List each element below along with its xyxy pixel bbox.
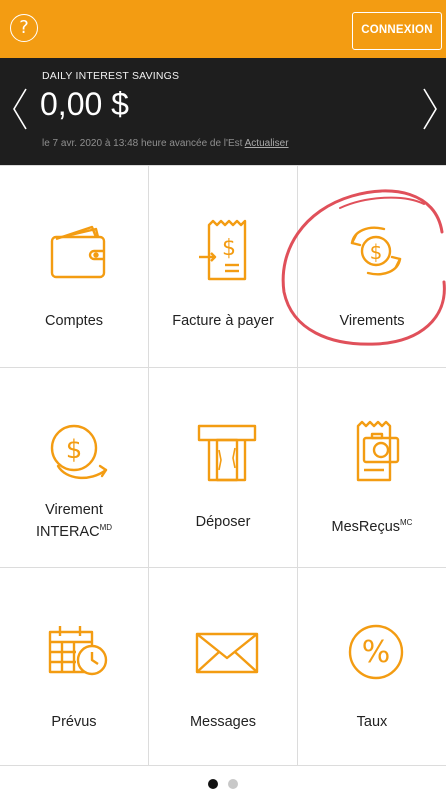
envelope-icon	[195, 632, 259, 674]
tile-virement-interac[interactable]: $ Virement INTERACMD	[0, 368, 148, 568]
page-dot[interactable]	[228, 779, 239, 789]
last-updated-timestamp: le 7 avr. 2020 à 13:48 heure avancée de …	[42, 138, 243, 149]
bill-icon: $	[199, 219, 247, 281]
svg-text:$: $	[222, 236, 236, 261]
calendar-clock-icon	[48, 626, 108, 676]
page-dot-active[interactable]	[207, 779, 218, 789]
tile-label: Messages	[189, 714, 257, 730]
tile-label: Facture à payer	[172, 313, 274, 329]
tile-label: Taux	[356, 714, 388, 730]
atm-deposit-icon	[197, 424, 257, 482]
trademark-superscript: MD	[99, 523, 113, 532]
svg-text:$: $	[370, 240, 383, 264]
tile-virements[interactable]: $ Virements	[298, 167, 446, 367]
tile-comptes[interactable]: Comptes	[0, 167, 148, 367]
svg-text:$: $	[66, 435, 83, 465]
account-balance-panel: DAILY INTEREST SAVINGS 0,00 $ le 7 avr. …	[0, 58, 446, 165]
account-name: DAILY INTEREST SAVINGS	[42, 70, 180, 82]
tile-label-text: MesReçus	[331, 518, 401, 535]
percent-icon: %	[348, 624, 404, 680]
tile-label: Virement INTERACMD	[0, 502, 148, 541]
tile-label: Prévus	[51, 714, 97, 730]
tile-messages[interactable]: Messages	[149, 568, 297, 768]
tile-label-line1: Virement	[45, 502, 103, 518]
tile-label-line2: INTERAC	[35, 523, 100, 540]
tile-label: MesReçusMC	[298, 514, 446, 536]
top-bar: ? CONNEXION	[0, 0, 446, 58]
tile-label: Virements	[339, 313, 405, 329]
help-icon[interactable]: ?	[10, 14, 38, 42]
grid-divider	[0, 165, 446, 166]
receipt-camera-icon	[356, 420, 400, 482]
svg-text:%: %	[362, 635, 391, 670]
tile-label: Déposer	[195, 514, 251, 530]
previous-account-chevron-icon[interactable]	[10, 86, 30, 132]
tile-mesrecus[interactable]: MesReçusMC	[298, 368, 446, 568]
tile-deposer[interactable]: Déposer	[149, 368, 297, 568]
account-balance-amount: 0,00 $	[40, 86, 129, 122]
last-updated-text: le 7 avr. 2020 à 13:48 heure avancée de …	[42, 138, 289, 149]
app-screen: ? CONNEXION DAILY INTEREST SAVINGS 0,00 …	[0, 0, 446, 803]
tile-taux[interactable]: % Taux	[298, 568, 446, 768]
page-indicator	[0, 776, 446, 794]
transfer-icon: $	[350, 226, 402, 276]
tile-prevus[interactable]: Prévus	[0, 568, 148, 768]
wallet-icon	[50, 225, 106, 279]
next-account-chevron-icon[interactable]	[420, 86, 440, 132]
tile-label: Comptes	[44, 313, 104, 329]
refresh-link[interactable]: Actualiser	[245, 138, 289, 149]
login-button[interactable]: CONNEXION	[352, 12, 442, 50]
interac-icon: $	[50, 424, 108, 479]
trademark-superscript: MC	[400, 518, 413, 527]
tile-facture-a-payer[interactable]: $ Facture à payer	[149, 167, 297, 367]
